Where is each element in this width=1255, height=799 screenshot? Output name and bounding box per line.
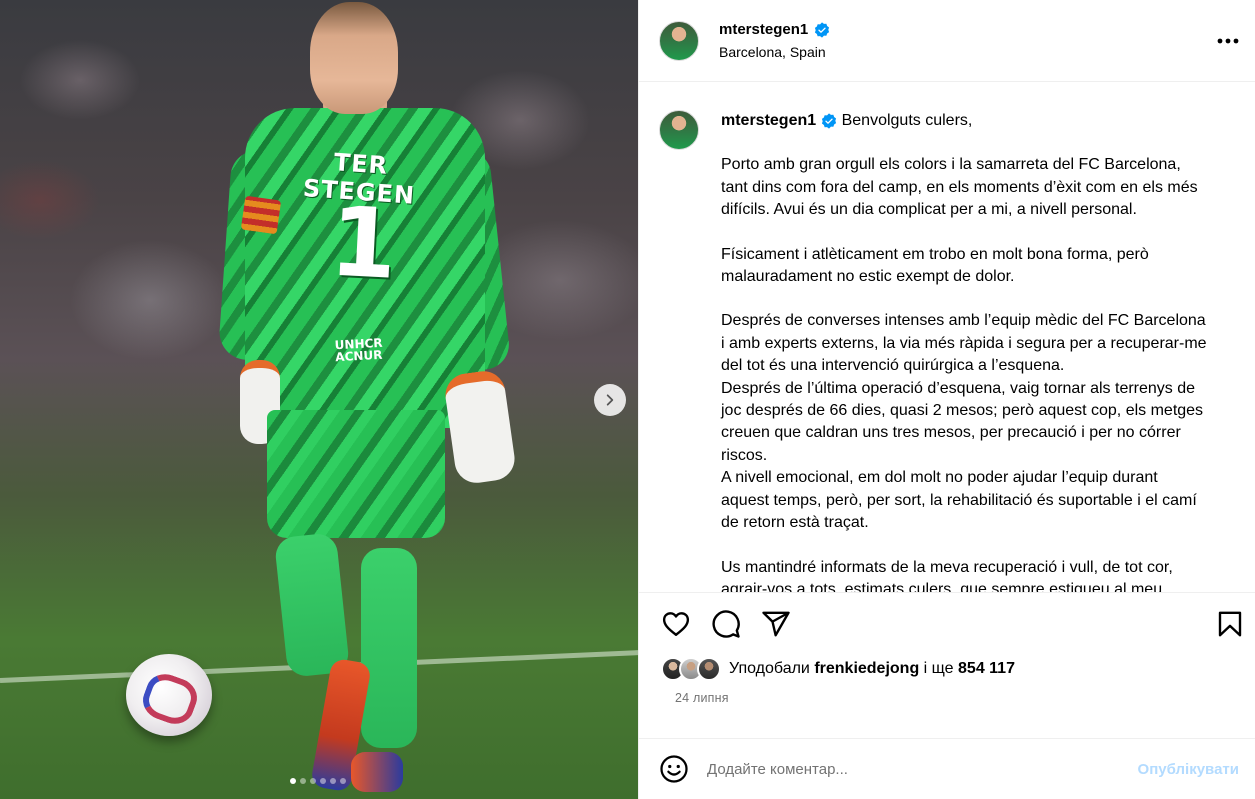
- likes-prefix: Уподобали: [729, 660, 810, 678]
- carousel-dot: [290, 778, 296, 784]
- caption-line: A nivell emocional, em dol molt no poder…: [721, 469, 1158, 487]
- comment-icon[interactable]: [711, 609, 741, 639]
- comment-input[interactable]: [707, 760, 1128, 778]
- emoji-icon[interactable]: [659, 754, 689, 784]
- author-username[interactable]: mterstegen1: [719, 21, 808, 38]
- bookmark-icon[interactable]: [1215, 609, 1245, 639]
- likes-middle: і ще: [923, 660, 954, 678]
- goalkeeper-figure: TER STEGEN 1 UNHCR ACNUR: [217, 0, 525, 799]
- jersey-number: 1: [327, 185, 400, 301]
- football: [126, 654, 212, 736]
- caption-line: tant dins com fora del camp, en els mome…: [721, 178, 1198, 196]
- right-boot: [351, 752, 403, 792]
- liker-avatar[interactable]: [697, 657, 721, 682]
- caption-paragraphs: Porto amb gran orgull els colors i la sa…: [721, 154, 1235, 592]
- caption-greeting: Benvolguts culers,: [841, 112, 973, 129]
- right-sock: [361, 548, 417, 748]
- shorts: [267, 410, 445, 538]
- caption-paragraph: Físicament i atlèticament em trobo en mo…: [721, 244, 1235, 289]
- post-location[interactable]: Barcelona, Spain: [719, 44, 830, 60]
- post-side-panel: mterstegen1 Barcelona, Spain mterstegen1…: [638, 0, 1255, 799]
- comments-section[interactable]: mterstegen1 Benvolguts culers, Porto amb…: [639, 82, 1255, 592]
- caption-line: del tot és una intervenció quirúrgica a …: [721, 357, 1065, 375]
- caption-line: riscos.: [721, 446, 768, 464]
- caption-paragraph: Porto amb gran orgull els colors i la sa…: [721, 154, 1235, 221]
- verified-badge-icon: [822, 113, 837, 129]
- caption-paragraph: Us mantindré informats de la meva recupe…: [721, 557, 1235, 593]
- caption-line: agrair-vos a tots, estimats culers, que …: [721, 580, 1163, 593]
- caption-line: Us mantindré informats de la meva recupe…: [721, 558, 1173, 576]
- liked-by-username[interactable]: frenkiedejong: [814, 660, 919, 677]
- caption-line: aquest temps, però, per sort, la rehabil…: [721, 491, 1197, 509]
- chevron-right-icon: [606, 394, 614, 406]
- left-sock: [273, 532, 351, 678]
- caption-line: difícils. Avui és un dia complicat per a…: [721, 201, 1137, 219]
- sponsor-line-2: ACNUR: [334, 347, 383, 365]
- caption-line: joc després de 66 dies, quasi 2 mesos; p…: [721, 402, 1204, 420]
- next-slide-button[interactable]: [594, 384, 626, 416]
- post-caption: mterstegen1 Benvolguts culers, Porto amb…: [659, 110, 1235, 592]
- likes-text[interactable]: Уподобали frenkiedejong і ще 854 117: [729, 660, 1015, 678]
- head: [310, 2, 398, 114]
- heart-icon[interactable]: [661, 609, 691, 639]
- caption-author-username[interactable]: mterstegen1: [721, 110, 816, 132]
- liker-avatars: [661, 657, 725, 682]
- post-actions: Уподобали frenkiedejong і ще 854 117 24 …: [639, 592, 1255, 738]
- post-date[interactable]: 24 липня: [655, 691, 1239, 705]
- caption-author-avatar[interactable]: [659, 110, 699, 150]
- likes-summary: Уподобали frenkiedejong і ще 854 117: [655, 655, 1239, 683]
- caption-line: de retorn està traçat.: [721, 514, 869, 532]
- post-header: mterstegen1 Barcelona, Spain: [639, 0, 1255, 82]
- captain-armband: [240, 195, 282, 235]
- carousel-dot: [310, 778, 316, 784]
- caption-body: mterstegen1 Benvolguts culers, Porto amb…: [721, 110, 1235, 592]
- carousel-dot: [320, 778, 326, 784]
- jersey-sponsor: UNHCR ACNUR: [334, 336, 383, 365]
- likes-count[interactable]: 854 117: [958, 660, 1015, 677]
- right-glove: [442, 368, 518, 486]
- publish-comment-button[interactable]: Опублікувати: [1138, 761, 1239, 778]
- caption-line: Després de converses intenses amb l’equi…: [721, 312, 1206, 330]
- more-options-icon[interactable]: [1217, 28, 1239, 48]
- caption-line: Físicament i atlèticament em trobo en mo…: [721, 245, 1149, 263]
- author-avatar[interactable]: [659, 20, 699, 61]
- share-icon[interactable]: [761, 609, 791, 639]
- carousel-dot: [340, 778, 346, 784]
- caption-line: creuen que caldran uns tres mesos, per p…: [721, 424, 1181, 442]
- caption-line: Porto amb gran orgull els colors i la sa…: [721, 156, 1181, 174]
- caption-line: Després de l’última operació d’esquena, …: [721, 379, 1196, 397]
- caption-paragraph: Després de converses intenses amb l’equi…: [721, 310, 1235, 534]
- verified-badge-icon: [815, 21, 830, 38]
- post: TER STEGEN 1 UNHCR ACNUR mterstegen1 Bar…: [0, 0, 1255, 799]
- caption-line: i amb experts externs, la via més ràpida…: [721, 334, 1207, 352]
- carousel-dot: [330, 778, 336, 784]
- caption-line: malauradament no estic exempt de dolor.: [721, 268, 1015, 286]
- author-info: mterstegen1 Barcelona, Spain: [719, 21, 830, 60]
- add-comment-bar: Опублікувати: [639, 738, 1255, 799]
- carousel-dot: [300, 778, 306, 784]
- post-media[interactable]: TER STEGEN 1 UNHCR ACNUR: [0, 0, 638, 799]
- carousel-indicator: [290, 778, 346, 784]
